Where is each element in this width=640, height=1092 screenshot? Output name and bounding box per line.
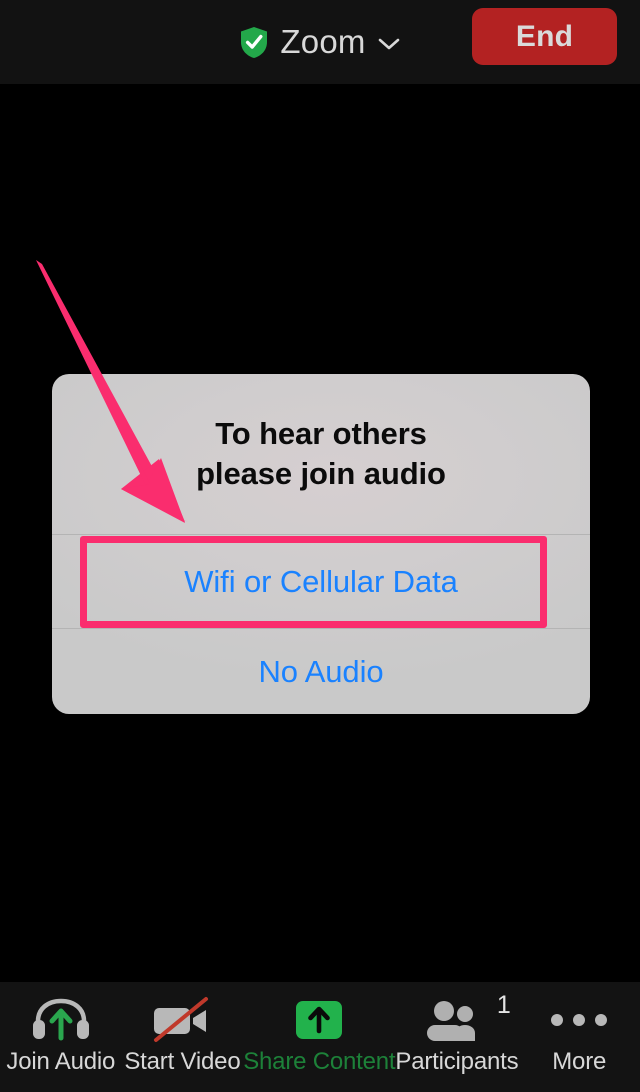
- meeting-title: Zoom: [280, 23, 366, 60]
- toolbar-item-participants[interactable]: 1 Participants: [395, 982, 518, 1092]
- toolbar-item-start-video[interactable]: Start Video: [122, 982, 244, 1092]
- toolbar-label-share-content: Share Content: [243, 1048, 396, 1075]
- participants-count-badge: 1: [496, 991, 511, 1019]
- join-audio-dialog: To hear others please join audio Wifi or…: [52, 374, 590, 714]
- toolbar-label-join-audio: Join Audio: [6, 1048, 116, 1075]
- toolbar-label-start-video: Start Video: [124, 1048, 241, 1075]
- toolbar-label-participants: Participants: [395, 1048, 519, 1075]
- end-meeting-button[interactable]: End: [472, 8, 617, 65]
- share-content-up-arrow-icon: [294, 995, 344, 1045]
- no-audio-option[interactable]: No Audio: [52, 628, 590, 714]
- dialog-message: To hear others please join audio: [52, 374, 590, 534]
- headphones-join-audio-icon: [30, 995, 92, 1045]
- toolbar-item-more[interactable]: More: [518, 982, 640, 1092]
- dialog-message-line-2: please join audio: [196, 456, 446, 491]
- shield-check-icon: [241, 26, 268, 58]
- more-ellipsis-icon: [548, 995, 610, 1045]
- video-camera-off-icon: [148, 995, 216, 1045]
- toolbar-item-share-content[interactable]: Share Content: [243, 982, 396, 1092]
- toolbar-item-join-audio[interactable]: Join Audio: [0, 982, 122, 1092]
- meeting-bottom-toolbar: Join Audio Start Video Share Content 1 P…: [0, 982, 640, 1092]
- dialog-message-line-1: To hear others: [215, 416, 427, 451]
- wifi-or-cellular-data-option[interactable]: Wifi or Cellular Data: [52, 534, 590, 628]
- chevron-down-icon[interactable]: [377, 36, 401, 52]
- meeting-top-bar: Zoom End: [0, 0, 640, 84]
- participants-people-icon: 1: [423, 993, 511, 1045]
- zoom-meeting-screen: Zoom End To hear others please join audi…: [0, 0, 640, 1092]
- toolbar-label-more: More: [552, 1048, 607, 1075]
